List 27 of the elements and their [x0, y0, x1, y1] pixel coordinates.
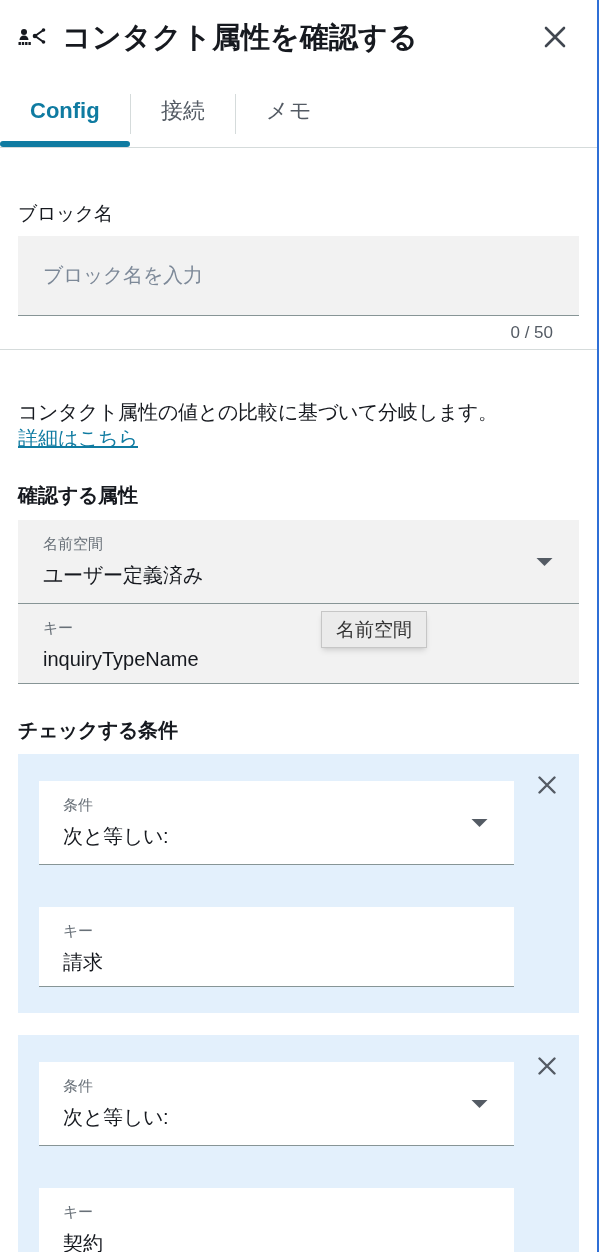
caret-icon	[471, 1099, 488, 1108]
close-icon	[538, 776, 556, 794]
close-icon	[544, 26, 566, 48]
caret-icon	[471, 818, 488, 827]
dropdown-field[interactable]: 条件 次と等しい:	[39, 1062, 514, 1146]
caret-icon	[536, 557, 553, 566]
text-field[interactable]: キー 契約	[39, 1188, 514, 1252]
tab[interactable]: Config	[0, 74, 130, 147]
tooltip: 名前空間	[321, 611, 427, 648]
person-branch-icon	[18, 26, 46, 48]
section-heading: 確認する属性	[18, 483, 139, 508]
block-name-field[interactable]: ブロック名を入力	[18, 236, 579, 316]
learn-more-link[interactable]: 詳細はこちら	[18, 427, 138, 449]
character-counter: 0 / 50	[510, 323, 553, 343]
close-icon	[538, 1057, 556, 1075]
field-label: ブロック名	[18, 202, 114, 226]
close-button[interactable]	[543, 25, 567, 49]
description-text: コンタクト属性の値との比較に基づいて分岐します。 詳細はこちら	[18, 400, 499, 451]
remove-button[interactable]	[538, 1057, 556, 1075]
text-field[interactable]: キー 請求	[39, 907, 514, 987]
dropdown-field[interactable]: 名前空間 ユーザー定義済み	[18, 520, 579, 604]
panel-title: コンタクト属性を確認する	[62, 20, 419, 55]
section-heading: チェックする条件	[18, 718, 179, 743]
tab[interactable]: メモ	[235, 74, 342, 147]
dropdown-field[interactable]: 条件 次と等しい:	[39, 781, 514, 865]
tab[interactable]: 接続	[130, 74, 235, 147]
remove-button[interactable]	[538, 776, 556, 794]
